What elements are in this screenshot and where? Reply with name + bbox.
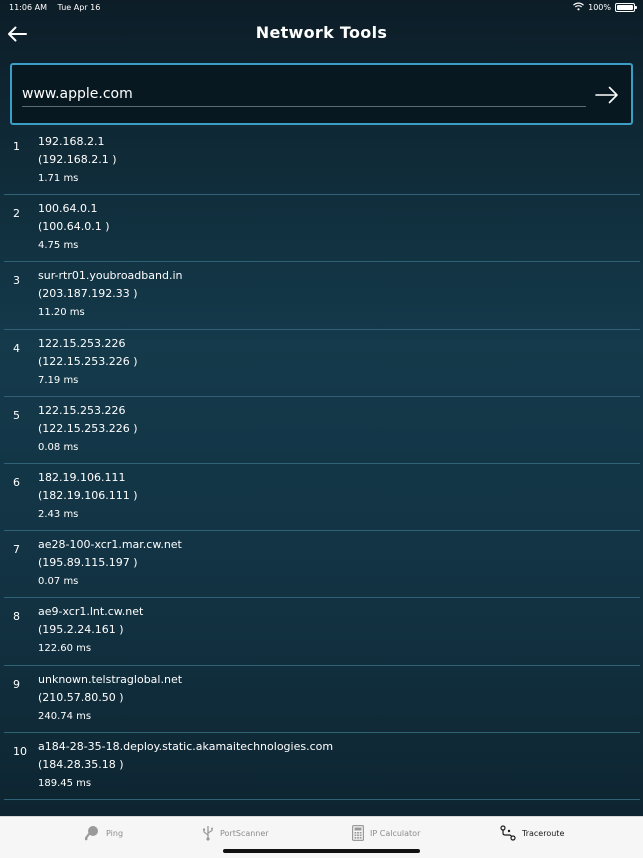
- ping-icon: [84, 826, 98, 841]
- hop-row: 4 122.15.253.226 (122.15.253.226 ) 7.19 ms: [4, 330, 640, 397]
- hop-index: 5: [13, 408, 20, 422]
- hop-time: 122.60 ms: [38, 643, 92, 655]
- hop-ip: (122.15.253.226 ): [38, 354, 138, 368]
- hop-index: 4: [13, 341, 20, 355]
- hop-index: 2: [13, 207, 20, 221]
- tab-label: PortScanner: [220, 828, 269, 838]
- hop-row: 5 122.15.253.226 (122.15.253.226 ) 0.08 ms: [4, 397, 640, 464]
- hop-ip: (122.15.253.226 ): [38, 421, 138, 435]
- nav-bar: Network Tools: [0, 16, 643, 54]
- hop-ip: (182.19.106.111 ): [38, 488, 138, 502]
- hop-time: 0.07 ms: [38, 576, 79, 588]
- arrow-right-icon: [595, 86, 618, 104]
- battery-percent: 100%: [588, 3, 611, 12]
- calculator-icon: [352, 825, 364, 841]
- battery-icon: [615, 3, 637, 12]
- hop-time: 1.71 ms: [38, 173, 79, 184]
- hop-host: ae9-xcr1.lnt.cw.net: [38, 605, 144, 619]
- status-time: 11:06 AM: [9, 3, 47, 12]
- status-bar: 11:06 AM Tue Apr 16 100%: [0, 0, 643, 16]
- home-indicator[interactable]: [223, 849, 420, 853]
- host-search-box: [10, 63, 633, 125]
- hop-time: 11.20 ms: [38, 307, 85, 319]
- hop-time: 0.08 ms: [38, 441, 79, 453]
- hop-index: 9: [13, 677, 20, 691]
- hop-ip: (195.2.24.161 ): [38, 623, 124, 637]
- tab-label: Traceroute: [522, 828, 565, 838]
- wifi-icon: [573, 2, 585, 13]
- hop-host: unknown.telstraglobal.net: [38, 672, 183, 686]
- tab-label: Ping: [106, 828, 124, 838]
- hop-host: 192.168.2.1: [38, 135, 105, 148]
- hop-host: 182.19.106.111: [38, 470, 126, 484]
- hop-list: 1 192.168.2.1 (192.168.2.1 ) 1.71 ms 2 100.64…: [4, 128, 640, 800]
- hop-time: 2.43 ms: [38, 508, 79, 520]
- route-icon: [500, 825, 516, 841]
- hop-row: 10 a184-28-35-18.deploy.static.akamaitech…: [4, 733, 640, 800]
- hop-index: 6: [13, 475, 20, 489]
- tab-ip-calculator[interactable]: IP Calculator: [352, 825, 420, 841]
- hop-index: 10: [13, 744, 27, 758]
- hop-host: 122.15.253.226: [38, 336, 126, 350]
- hop-ip: (203.187.192.33 ): [38, 287, 138, 301]
- hop-ip: (100.64.0.1 ): [38, 220, 110, 234]
- hop-host: sur-rtr01.youbroadband.in: [38, 269, 183, 283]
- tab-portscanner[interactable]: PortScanner: [202, 825, 269, 841]
- hop-row: 2 100.64.0.1 (100.64.0.1 ) 4.75 ms: [4, 195, 640, 263]
- hop-row: 8 ae9-xcr1.lnt.cw.net (195.2.24.161 ) 122.6…: [4, 598, 640, 666]
- usb-icon: [203, 826, 213, 841]
- hop-host: 100.64.0.1: [38, 202, 98, 216]
- hop-index: 3: [13, 274, 20, 288]
- hop-ip: (195.89.115.197 ): [38, 556, 138, 570]
- hop-time: 7.19 ms: [38, 374, 79, 386]
- tab-label: IP Calculator: [370, 828, 421, 838]
- hop-index: 8: [13, 610, 20, 624]
- hop-ip: (210.57.80.50 ): [38, 690, 124, 704]
- host-input[interactable]: [22, 83, 586, 107]
- hop-host: a184-28-35-18.deploy.static.akamaitechno…: [38, 739, 334, 753]
- hop-time: 240.74 ms: [38, 710, 92, 722]
- hop-host: ae28-100-xcr1.mar.cw.net: [38, 538, 182, 552]
- hop-index: 7: [13, 543, 20, 557]
- status-date: Tue Apr 16: [57, 3, 101, 12]
- page-title: Network Tools: [255, 23, 388, 42]
- hop-ip: (184.28.35.18 ): [38, 757, 124, 771]
- tab-traceroute[interactable]: Traceroute: [500, 825, 564, 841]
- hop-row: 3 sur-rtr01.youbroadband.in (203.187.192.3…: [4, 262, 640, 330]
- hop-ip: (192.168.2.1 ): [38, 153, 117, 166]
- hop-time: 189.45 ms: [38, 777, 92, 789]
- battery-fill: [617, 5, 633, 10]
- hop-time: 4.75 ms: [38, 240, 79, 252]
- tab-ping[interactable]: Ping: [84, 825, 123, 841]
- hop-index: 1: [13, 140, 20, 153]
- hop-host: 122.15.253.226: [38, 403, 126, 417]
- hop-row: 1 192.168.2.1 (192.168.2.1 ) 1.71 ms: [4, 128, 640, 196]
- hop-row: 9 unknown.telstraglobal.net (210.57.80.50 …: [4, 666, 640, 733]
- go-button[interactable]: [593, 81, 621, 109]
- hop-row: 7 ae28-100-xcr1.mar.cw.net (195.89.115.197…: [4, 531, 640, 599]
- hop-row: 6 182.19.106.111 (182.19.106.111 ) 2.43 ms: [4, 464, 640, 532]
